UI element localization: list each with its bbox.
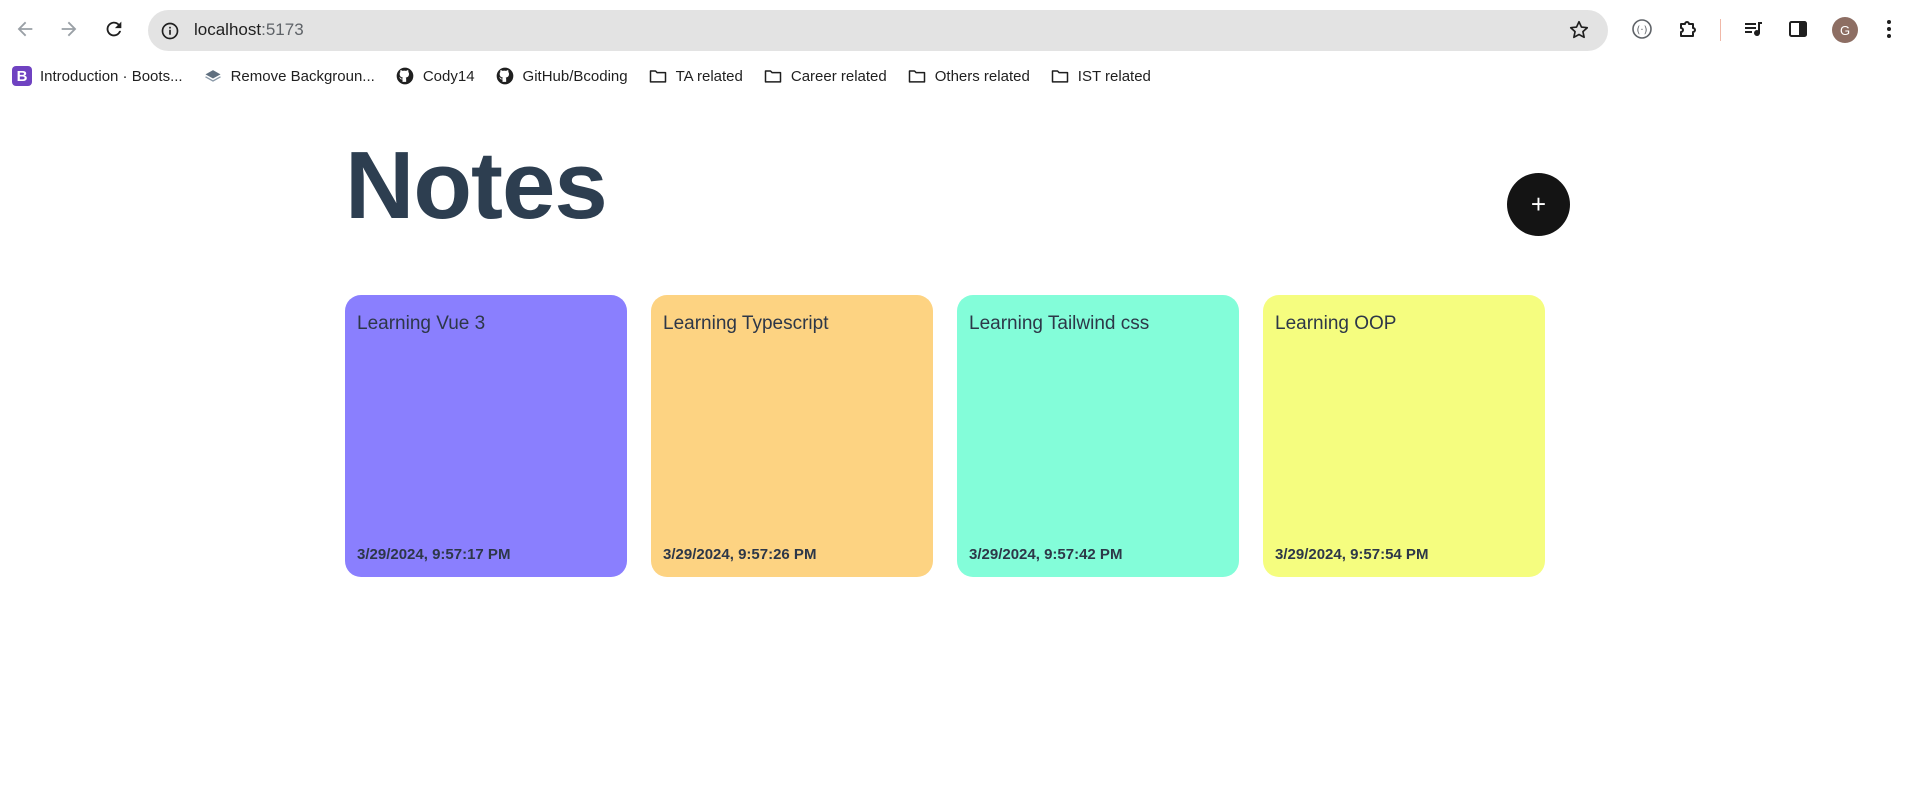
forward-arrow-icon	[61, 21, 77, 37]
bootstrap-icon: B	[12, 66, 32, 86]
bookmark-label: Remove Backgroun...	[230, 67, 375, 85]
folder-icon	[1050, 66, 1070, 86]
bookmark-label: Cody14	[422, 67, 475, 85]
bookmark-bootstrap[interactable]: B Introduction · Boots...	[12, 66, 183, 86]
note-card[interactable]: Learning Vue 3 3/29/2024, 9:57:17 PM	[345, 295, 627, 577]
folder-icon	[763, 66, 783, 86]
media-router-icon[interactable]: (·)	[1628, 15, 1656, 43]
note-title: Learning Vue 3	[357, 313, 486, 334]
address-bar[interactable]: localhost:5173	[148, 10, 1608, 51]
bookmark-folder-career[interactable]: Career related	[763, 66, 887, 86]
note-card[interactable]: Learning Typescript 3/29/2024, 9:57:26 P…	[651, 295, 933, 577]
back-button[interactable]	[10, 14, 40, 44]
bookmark-label: Introduction · Boots...	[40, 67, 183, 85]
forward-button[interactable]	[54, 14, 84, 44]
note-card[interactable]: Learning OOP 3/29/2024, 9:57:54 PM	[1263, 295, 1545, 577]
avatar[interactable]: G	[1832, 17, 1858, 43]
folder-icon	[907, 66, 927, 86]
media-controls-icon[interactable]	[1740, 15, 1768, 43]
bookmark-folder-ta[interactable]: TA related	[648, 66, 743, 86]
note-date: 3/29/2024, 9:57:17 PM	[357, 546, 511, 563]
extensions-icon[interactable]	[1674, 15, 1702, 43]
browser-toolbar: localhost:5173 (·) G	[0, 0, 1912, 60]
reload-button[interactable]	[99, 14, 129, 44]
note-title: Learning OOP	[1275, 313, 1397, 334]
url-host: localhost	[194, 20, 262, 39]
note-title: Learning Typescript	[663, 313, 829, 334]
note-date: 3/29/2024, 9:57:42 PM	[969, 546, 1123, 563]
github-icon	[495, 66, 515, 86]
url-text: localhost:5173	[194, 20, 304, 40]
page-title: Notes	[345, 132, 608, 239]
bookmark-cody14[interactable]: Cody14	[395, 66, 475, 86]
toolbar-divider	[1720, 19, 1721, 41]
bookmark-remove-background[interactable]: Remove Backgroun...	[203, 66, 375, 86]
note-date: 3/29/2024, 9:57:54 PM	[1275, 546, 1429, 563]
svg-text:(·): (·)	[1637, 25, 1648, 36]
note-title: Learning Tailwind css	[969, 313, 1150, 334]
reload-icon	[106, 21, 122, 37]
github-icon	[395, 66, 415, 86]
bookmarks-bar: B Introduction · Boots... Remove Backgro…	[0, 60, 1912, 92]
bookmark-folder-others[interactable]: Others related	[907, 66, 1030, 86]
bookmark-github-bcoding[interactable]: GitHub/Bcoding	[495, 66, 628, 86]
add-note-button[interactable]: +	[1507, 173, 1570, 236]
star-icon[interactable]	[1568, 19, 1592, 43]
bookmark-label: Career related	[790, 67, 887, 85]
note-card[interactable]: Learning Tailwind css 3/29/2024, 9:57:42…	[957, 295, 1239, 577]
notes-grid: Learning Vue 3 3/29/2024, 9:57:17 PM Lea…	[345, 295, 1569, 577]
bookmark-label: IST related	[1077, 67, 1151, 85]
bookmark-label: Others related	[934, 67, 1030, 85]
menu-dots-icon[interactable]	[1875, 15, 1903, 43]
info-icon[interactable]	[158, 19, 182, 43]
layers-icon	[203, 66, 223, 86]
bookmark-label: TA related	[675, 67, 743, 85]
note-date: 3/29/2024, 9:57:26 PM	[663, 546, 817, 563]
url-port: :5173	[261, 20, 304, 39]
side-panel-icon[interactable]	[1784, 15, 1812, 43]
bookmark-label: GitHub/Bcoding	[522, 67, 628, 85]
bookmark-folder-ist[interactable]: IST related	[1050, 66, 1151, 86]
folder-icon	[648, 66, 668, 86]
back-arrow-icon	[17, 21, 33, 37]
